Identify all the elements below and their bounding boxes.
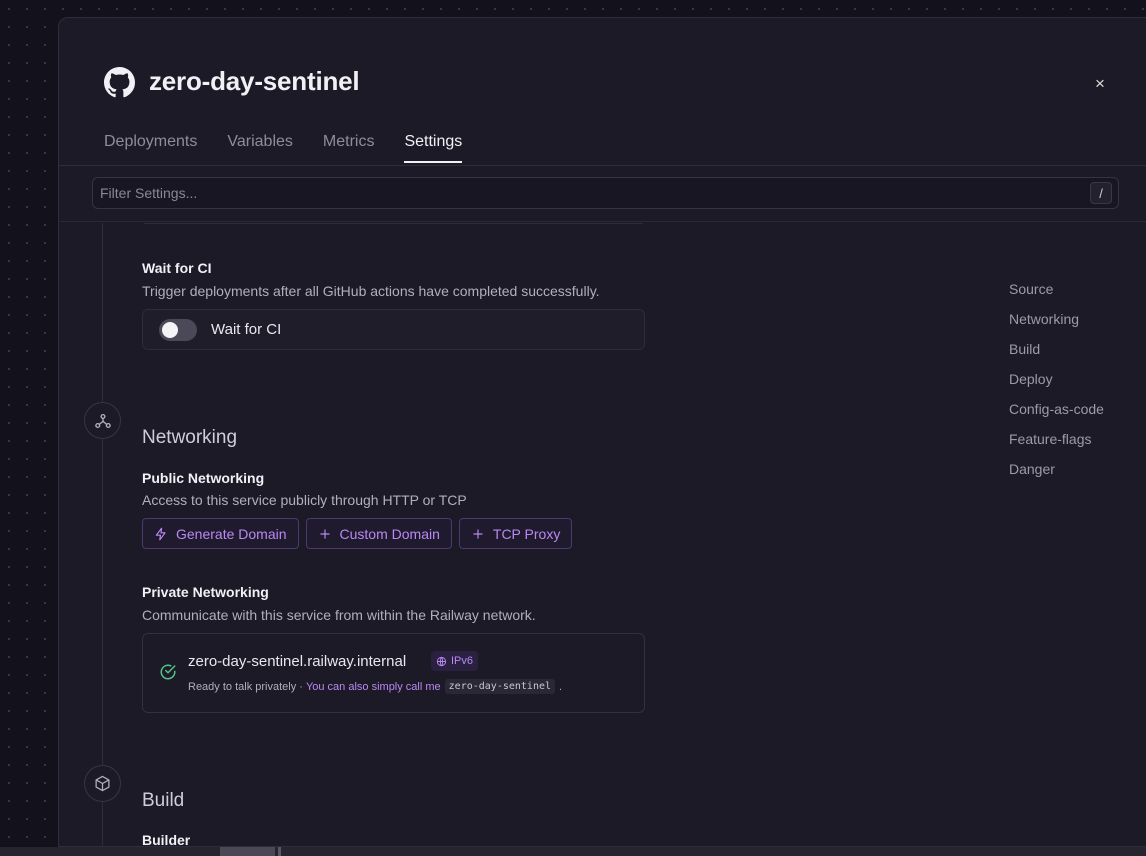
wait-for-ci-description: Trigger deployments after all GitHub act… xyxy=(142,283,600,299)
alias-code[interactable]: zero-day-sentinel xyxy=(444,679,556,694)
generate-domain-label: Generate Domain xyxy=(176,525,287,542)
tcp-proxy-label: TCP Proxy xyxy=(492,525,561,542)
taskbar-item[interactable] xyxy=(220,847,275,856)
custom-domain-button[interactable]: Custom Domain xyxy=(305,518,452,549)
wait-for-ci-toggle-card[interactable]: Wait for CI xyxy=(142,309,645,350)
shortcut-hint: / xyxy=(1090,182,1112,204)
timeline-line xyxy=(102,223,103,846)
generate-domain-button[interactable]: Generate Domain xyxy=(142,518,299,549)
wait-for-ci-switch[interactable] xyxy=(159,318,197,341)
settings-content[interactable]: Wait for CI Trigger deployments after al… xyxy=(59,223,1146,846)
sidenav-feature-flags[interactable]: Feature-flags xyxy=(1009,430,1104,448)
sidenav-deploy[interactable]: Deploy xyxy=(1009,370,1104,388)
globe-icon xyxy=(436,656,447,666)
taskbar-divider xyxy=(278,847,281,856)
sidenav-build[interactable]: Build xyxy=(1009,340,1104,358)
service-title: zero-day-sentinel xyxy=(149,66,360,96)
filter-settings-box: / xyxy=(92,177,1119,209)
build-icon xyxy=(84,765,121,802)
networking-section-title: Networking xyxy=(142,427,238,448)
networking-icon xyxy=(84,402,121,439)
hint-end: . xyxy=(559,680,563,693)
sidenav-source[interactable]: Source xyxy=(1009,280,1104,298)
tcp-proxy-button[interactable]: TCP Proxy xyxy=(458,518,573,549)
close-icon[interactable]: × xyxy=(1087,71,1113,97)
taskbar xyxy=(0,847,1146,856)
tab-deployments[interactable]: Deployments xyxy=(104,133,197,163)
build-section-title: Build xyxy=(142,790,185,811)
public-networking-actions: Generate Domain Custom Domain TCP Proxy xyxy=(142,518,573,549)
alias-hint: You can also simply call me xyxy=(305,680,441,693)
switch-knob xyxy=(162,321,178,338)
builder-label: Builder xyxy=(142,832,191,846)
tab-metrics[interactable]: Metrics xyxy=(323,133,375,163)
check-circle-icon xyxy=(160,664,176,680)
service-settings-panel: zero-day-sentinel × Deployments Variable… xyxy=(58,17,1146,847)
private-domain[interactable]: zero-day-sentinel.railway.internal xyxy=(188,653,406,670)
private-networking-description: Communicate with this service from withi… xyxy=(142,607,536,623)
sidenav-networking[interactable]: Networking xyxy=(1009,310,1104,328)
private-status: Ready to talk privately · You can also s… xyxy=(188,679,562,694)
tab-bar: Deployments Variables Metrics Settings xyxy=(104,133,463,163)
previous-card-edge xyxy=(142,223,645,224)
settings-side-nav: Source Networking Build Deploy Config-as… xyxy=(1009,280,1104,478)
lightning-icon xyxy=(155,527,166,540)
plus-icon xyxy=(319,528,330,539)
panel-header: zero-day-sentinel × Deployments Variable… xyxy=(59,18,1146,166)
wait-for-ci-toggle-label: Wait for CI xyxy=(211,321,282,338)
sidenav-config-as-code[interactable]: Config-as-code xyxy=(1009,400,1104,418)
tab-settings[interactable]: Settings xyxy=(404,133,463,163)
filter-bar: / xyxy=(59,166,1146,222)
custom-domain-label: Custom Domain xyxy=(339,525,440,542)
github-icon xyxy=(104,67,135,98)
private-domain-card: zero-day-sentinel.railway.internal IPv6 … xyxy=(142,633,645,713)
public-networking-description: Access to this service publicly through … xyxy=(142,492,467,508)
filter-settings-input[interactable] xyxy=(100,185,1118,201)
plus-icon xyxy=(473,528,483,539)
tab-variables[interactable]: Variables xyxy=(227,133,293,163)
wait-for-ci-label: Wait for CI xyxy=(142,260,212,276)
public-networking-label: Public Networking xyxy=(142,470,265,486)
ipv6-badge: IPv6 xyxy=(431,651,479,671)
private-networking-label: Private Networking xyxy=(142,584,269,600)
ready-text: Ready to talk privately · xyxy=(188,680,303,693)
sidenav-danger[interactable]: Danger xyxy=(1009,460,1104,478)
ipv6-label: IPv6 xyxy=(451,655,474,667)
